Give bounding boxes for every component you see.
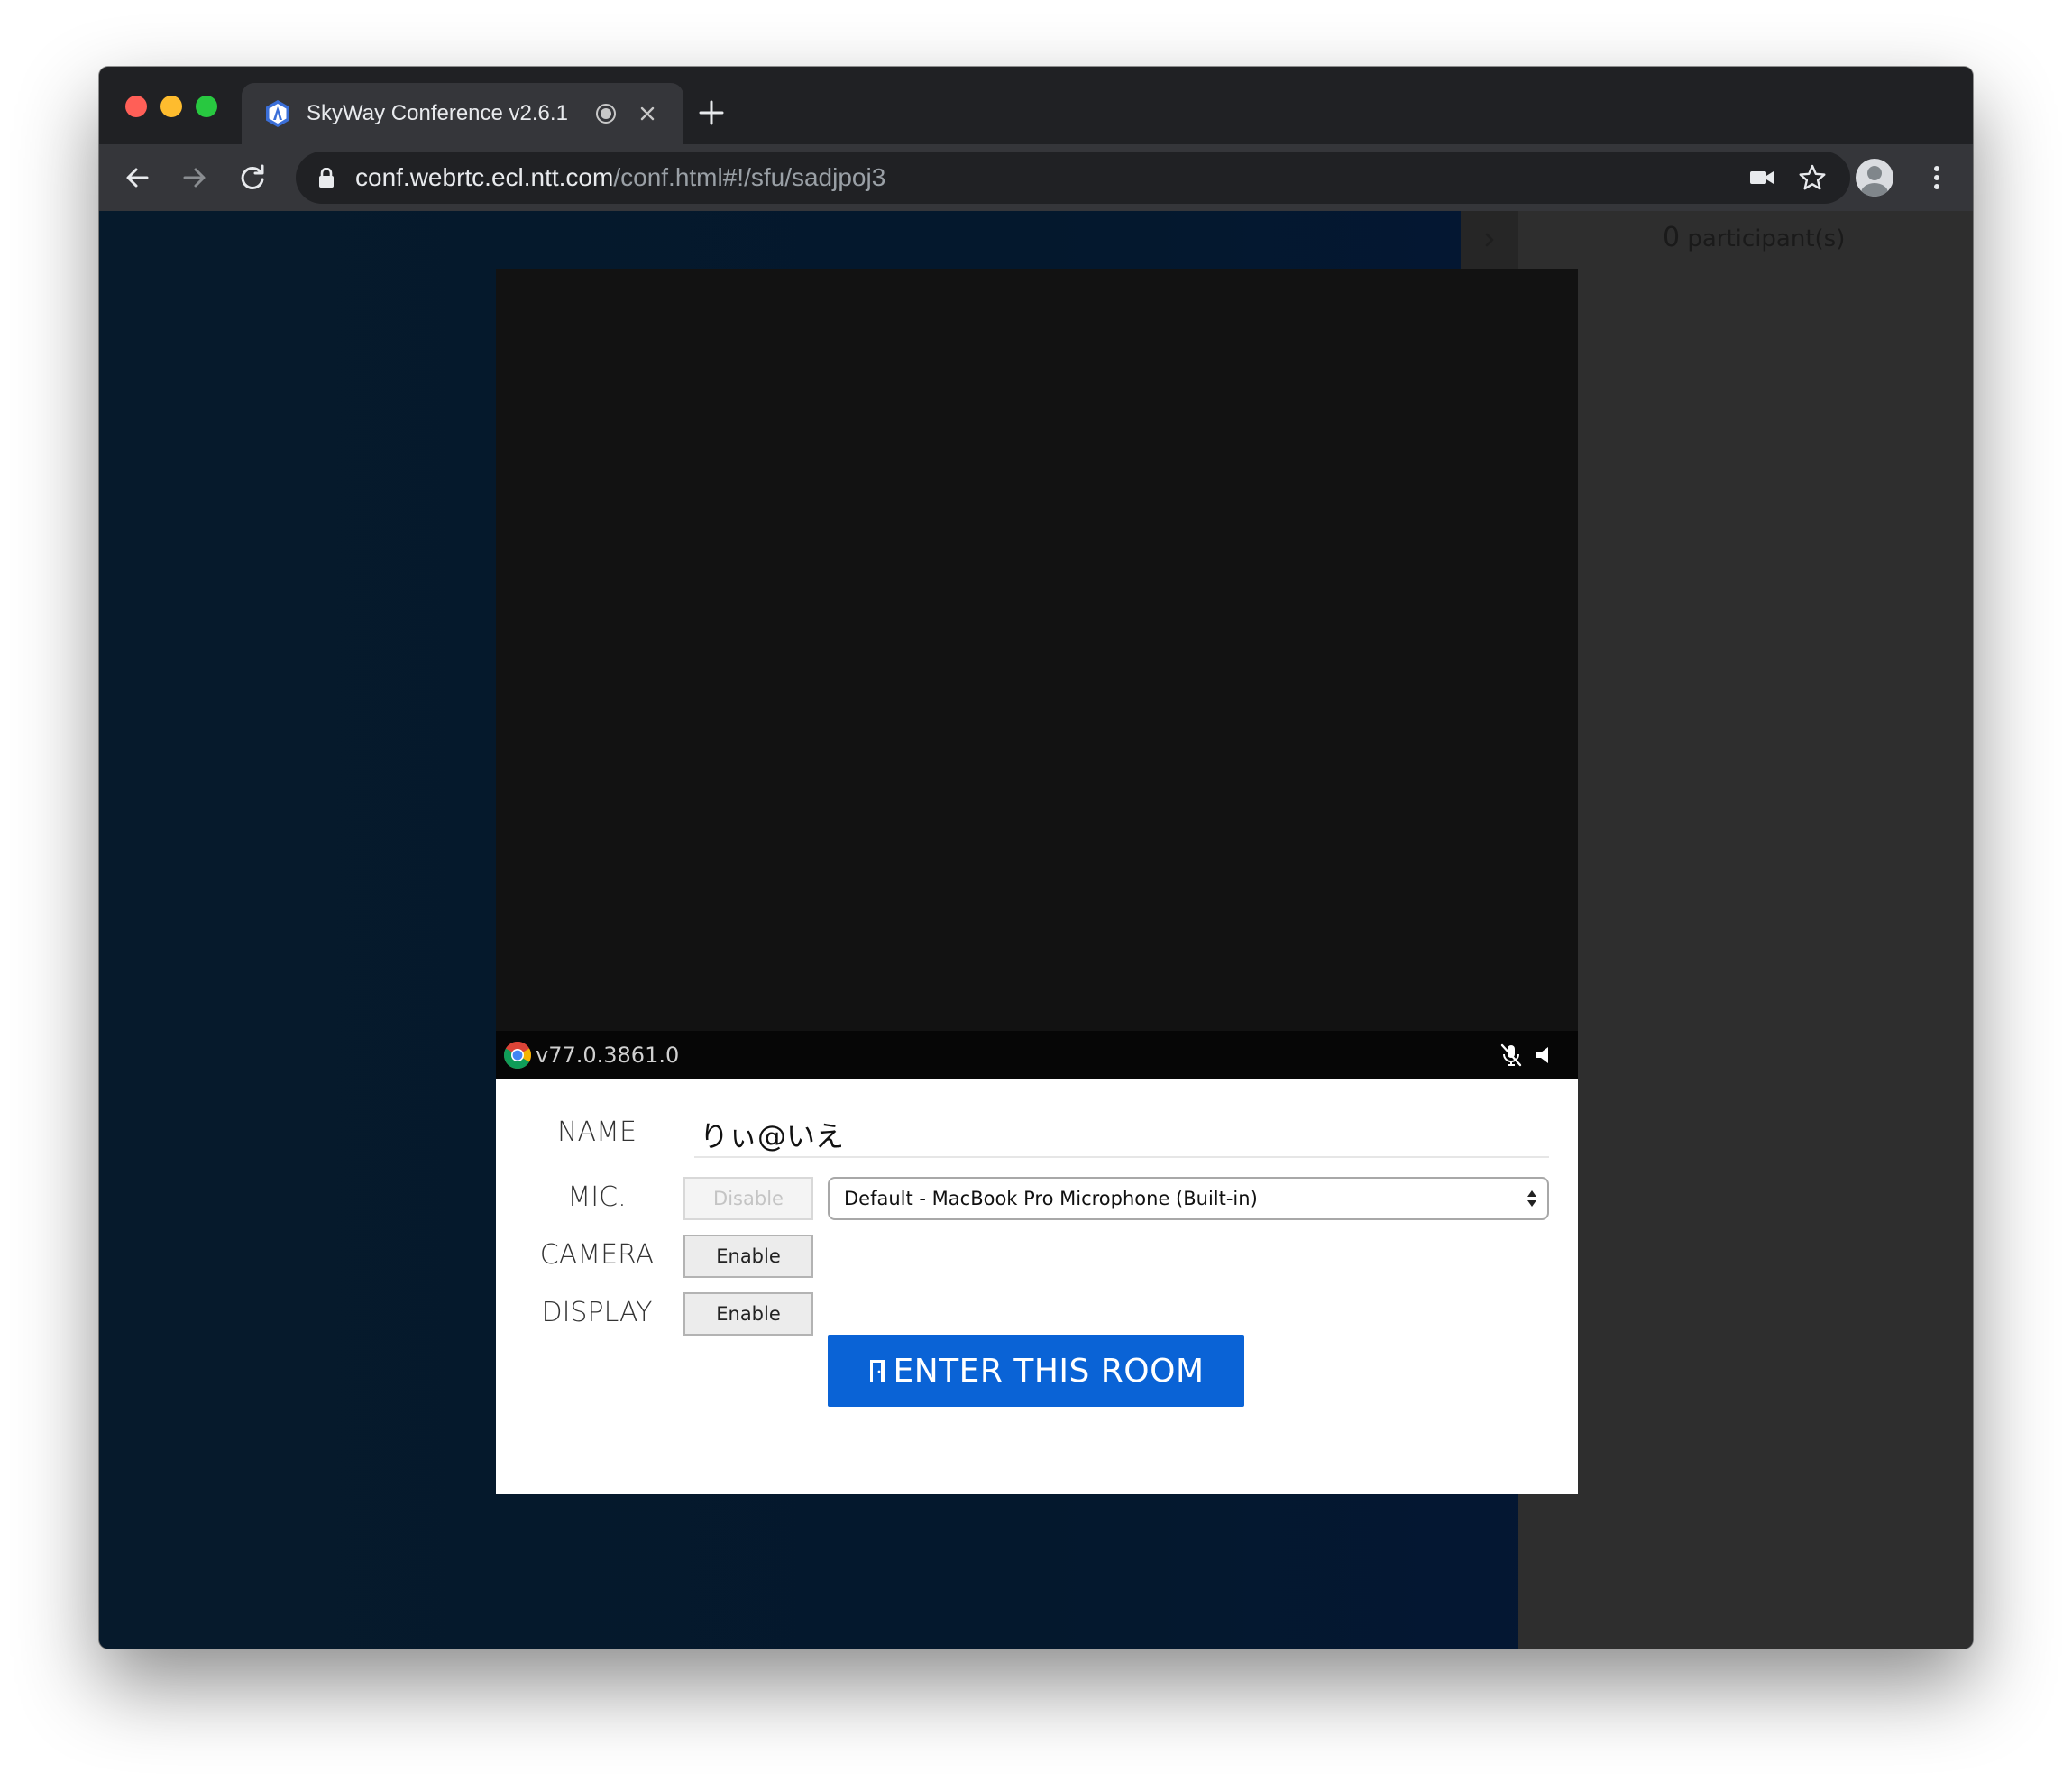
mic-label: MIC.: [567, 1181, 627, 1213]
zoom-window-button[interactable]: [196, 96, 217, 117]
chrome-logo-icon: [503, 1041, 532, 1070]
reload-icon[interactable]: [236, 161, 269, 194]
browser-toolbar: conf.webrtc.ecl.ntt.com/conf.html#!/sfu/…: [99, 144, 1973, 211]
close-tab-icon[interactable]: [635, 101, 660, 126]
display-enable-button[interactable]: Enable: [683, 1292, 813, 1336]
tab-title: SkyWay Conference v2.6.1: [307, 101, 568, 125]
skyway-logo-icon: [266, 100, 289, 127]
new-tab-icon[interactable]: [698, 99, 725, 126]
arrow-right-icon[interactable]: [179, 161, 211, 194]
close-window-button[interactable]: [125, 96, 147, 117]
participants-number: 0: [1663, 222, 1681, 253]
url-path: /conf.html#!/sfu/sadjpoj3: [613, 163, 886, 191]
name-label: NAME: [557, 1116, 637, 1148]
select-arrows-icon: [1527, 1190, 1536, 1207]
star-icon[interactable]: [1798, 163, 1827, 192]
camera-enable-button[interactable]: Enable: [683, 1235, 813, 1278]
participants-count: 0 participant(s): [1663, 222, 1845, 253]
display-label: DISPLAY: [541, 1297, 653, 1328]
arrow-left-icon[interactable]: [121, 161, 153, 194]
minimize-window-button[interactable]: [160, 96, 182, 117]
mic-muted-icon[interactable]: [1499, 1043, 1524, 1068]
mic-device-value: Default - MacBook Pro Microphone (Built-…: [844, 1188, 1258, 1209]
browser-window: SkyWay Conference v2.6.1 conf.webrtc.ecl…: [99, 67, 1973, 1649]
tab-skyway-conference[interactable]: SkyWay Conference v2.6.1: [242, 83, 683, 144]
browser-version: v77.0.3861.0: [536, 1043, 680, 1068]
name-underline: [694, 1156, 1549, 1158]
recording-indicator-icon: [596, 104, 616, 124]
address-bar[interactable]: conf.webrtc.ecl.ntt.com/conf.html#!/sfu/…: [296, 152, 1850, 204]
video-camera-icon[interactable]: [1749, 167, 1774, 188]
enter-room-label: ENTER THIS ROOM: [893, 1352, 1205, 1390]
url-host: conf.webrtc.ecl.ntt.com: [355, 163, 614, 191]
profile-icon: [1861, 166, 1888, 197]
avatar[interactable]: [1856, 159, 1893, 197]
chevron-right-icon: [1485, 233, 1494, 247]
lock-icon[interactable]: [317, 168, 335, 188]
join-settings-form: NAME りぃ@いえ MIC. Disable Default - MacBoo…: [496, 1079, 1578, 1494]
enter-room-button[interactable]: ENTER THIS ROOM: [828, 1335, 1244, 1407]
video-info-bar: v77.0.3861.0: [496, 1031, 1578, 1079]
panel-toggle-button[interactable]: [1461, 211, 1518, 269]
url-text[interactable]: conf.webrtc.ecl.ntt.com/conf.html#!/sfu/…: [355, 152, 885, 204]
door-icon: [870, 1360, 885, 1382]
participants-label: participant(s): [1680, 225, 1846, 253]
participants-panel: [1518, 211, 1973, 1649]
page-content: 0 participant(s) v77.0.3861.0 NAME りぃ@いえ…: [99, 211, 1973, 1649]
name-input[interactable]: りぃ@いえ: [700, 1114, 844, 1155]
kebab-menu-icon[interactable]: [1921, 161, 1953, 194]
camera-label: CAMERA: [539, 1239, 655, 1271]
tab-strip: SkyWay Conference v2.6.1: [99, 67, 1973, 144]
mic-device-select[interactable]: Default - MacBook Pro Microphone (Built-…: [828, 1177, 1549, 1220]
speaker-icon[interactable]: [1535, 1044, 1554, 1066]
mic-disable-button[interactable]: Disable: [683, 1177, 813, 1220]
video-preview: [496, 269, 1578, 1031]
